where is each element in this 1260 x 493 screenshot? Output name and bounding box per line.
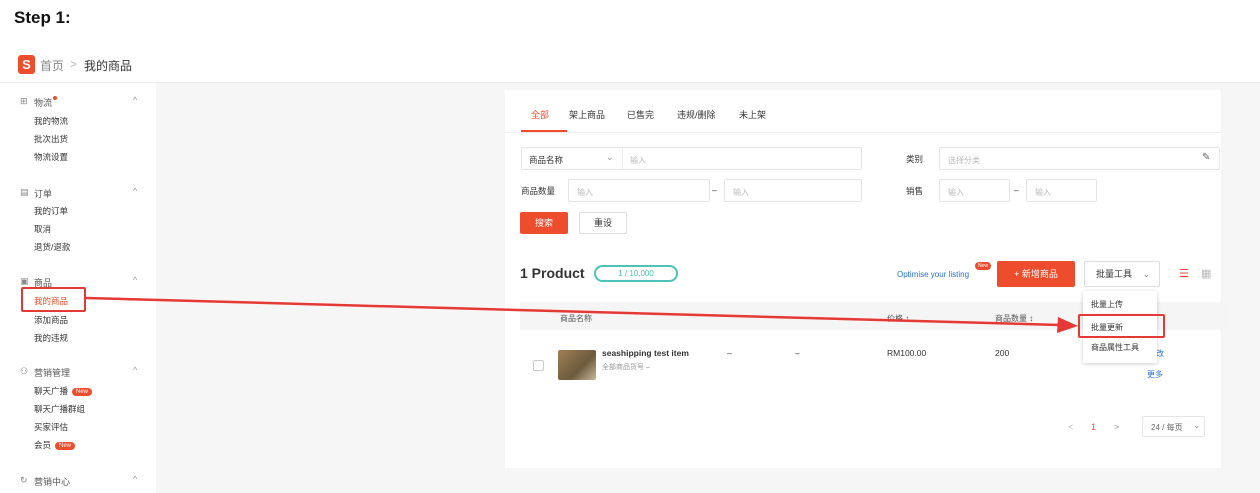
annotation-arrow-icon (85, 296, 1078, 333)
arrow-shaft (85, 296, 1061, 327)
arrow-head (1057, 317, 1078, 333)
